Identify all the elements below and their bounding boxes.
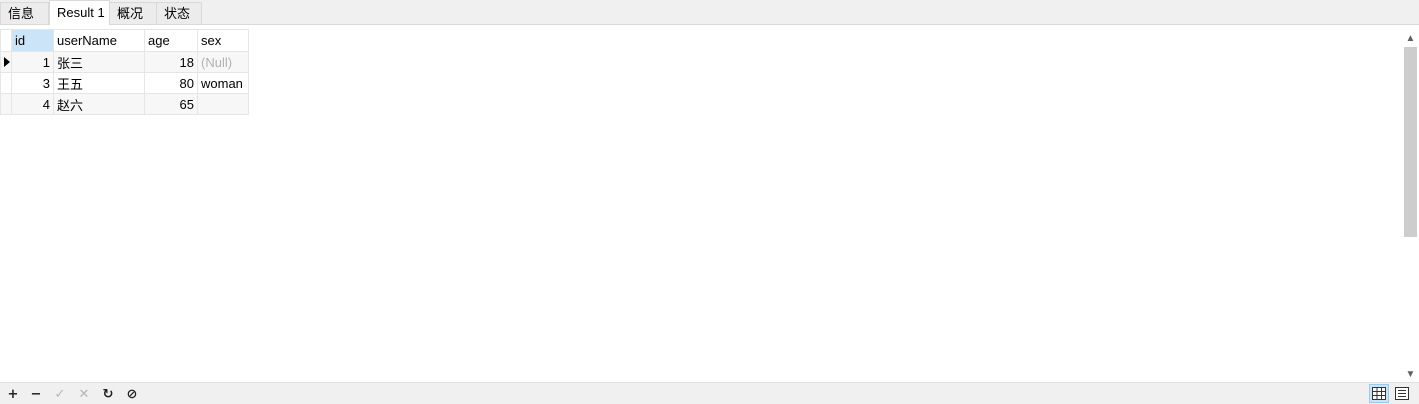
stop-icon[interactable]: ⊘	[124, 386, 140, 402]
column-header-age[interactable]: age	[144, 29, 198, 52]
scroll-thumb[interactable]	[1404, 47, 1417, 237]
bottom-toolbar: + − ✓ ✕ ↻ ⊘	[0, 382, 1419, 404]
discard-changes-icon[interactable]: ✕	[76, 386, 92, 402]
cell-sex[interactable]: woman	[197, 72, 249, 94]
form-view-icon[interactable]	[1392, 384, 1412, 403]
tab-info[interactable]: 信息	[0, 2, 49, 24]
cell-id[interactable]: 1	[11, 51, 54, 73]
tab-bar: 信息 Result 1 概况 状态	[0, 0, 1419, 25]
cell-sex[interactable]: (Null)	[197, 51, 249, 73]
tab-profile[interactable]: 概况	[109, 2, 157, 24]
row-header[interactable]	[0, 72, 12, 94]
grid-view-glyph	[1372, 387, 1386, 400]
cell-username[interactable]: 张三	[53, 51, 145, 73]
cell-sex[interactable]	[197, 93, 249, 115]
cell-id[interactable]: 3	[11, 72, 54, 94]
form-view-glyph	[1395, 387, 1409, 400]
current-row-indicator-icon	[4, 57, 10, 67]
cell-id[interactable]: 4	[11, 93, 54, 115]
scroll-up-icon[interactable]: ▲	[1402, 30, 1419, 46]
table-row[interactable]: 1 张三 18 (Null)	[0, 51, 249, 73]
add-record-icon[interactable]: +	[5, 386, 21, 402]
cell-username[interactable]: 赵六	[53, 93, 145, 115]
column-header-sex[interactable]: sex	[197, 29, 249, 52]
delete-record-icon[interactable]: −	[28, 386, 44, 402]
cell-age[interactable]: 80	[144, 72, 198, 94]
cell-age[interactable]: 65	[144, 93, 198, 115]
column-header-username[interactable]: userName	[53, 29, 145, 52]
result-panel: 信息 Result 1 概况 状态 id userName age sex 1	[0, 0, 1419, 404]
scroll-down-icon[interactable]: ▼	[1402, 366, 1419, 382]
tab-result-1[interactable]: Result 1	[49, 0, 110, 25]
row-header-corner	[0, 29, 12, 52]
apply-changes-icon[interactable]: ✓	[52, 386, 68, 402]
column-header-id[interactable]: id	[11, 29, 54, 52]
table-row[interactable]: 4 赵六 65	[0, 93, 249, 115]
cell-username[interactable]: 王五	[53, 72, 145, 94]
refresh-icon[interactable]: ↻	[100, 386, 116, 402]
vertical-scrollbar[interactable]: ▲ ▼	[1402, 30, 1419, 382]
row-header[interactable]	[0, 93, 12, 115]
table-row[interactable]: 3 王五 80 woman	[0, 72, 249, 94]
tab-status[interactable]: 状态	[156, 2, 202, 24]
cell-age[interactable]: 18	[144, 51, 198, 73]
grid-header-row: id userName age sex	[0, 29, 249, 52]
grid-view-icon[interactable]	[1369, 384, 1389, 403]
result-grid: id userName age sex 1 张三 18 (Null) 3 王五 …	[0, 29, 249, 115]
row-header[interactable]	[0, 51, 12, 73]
